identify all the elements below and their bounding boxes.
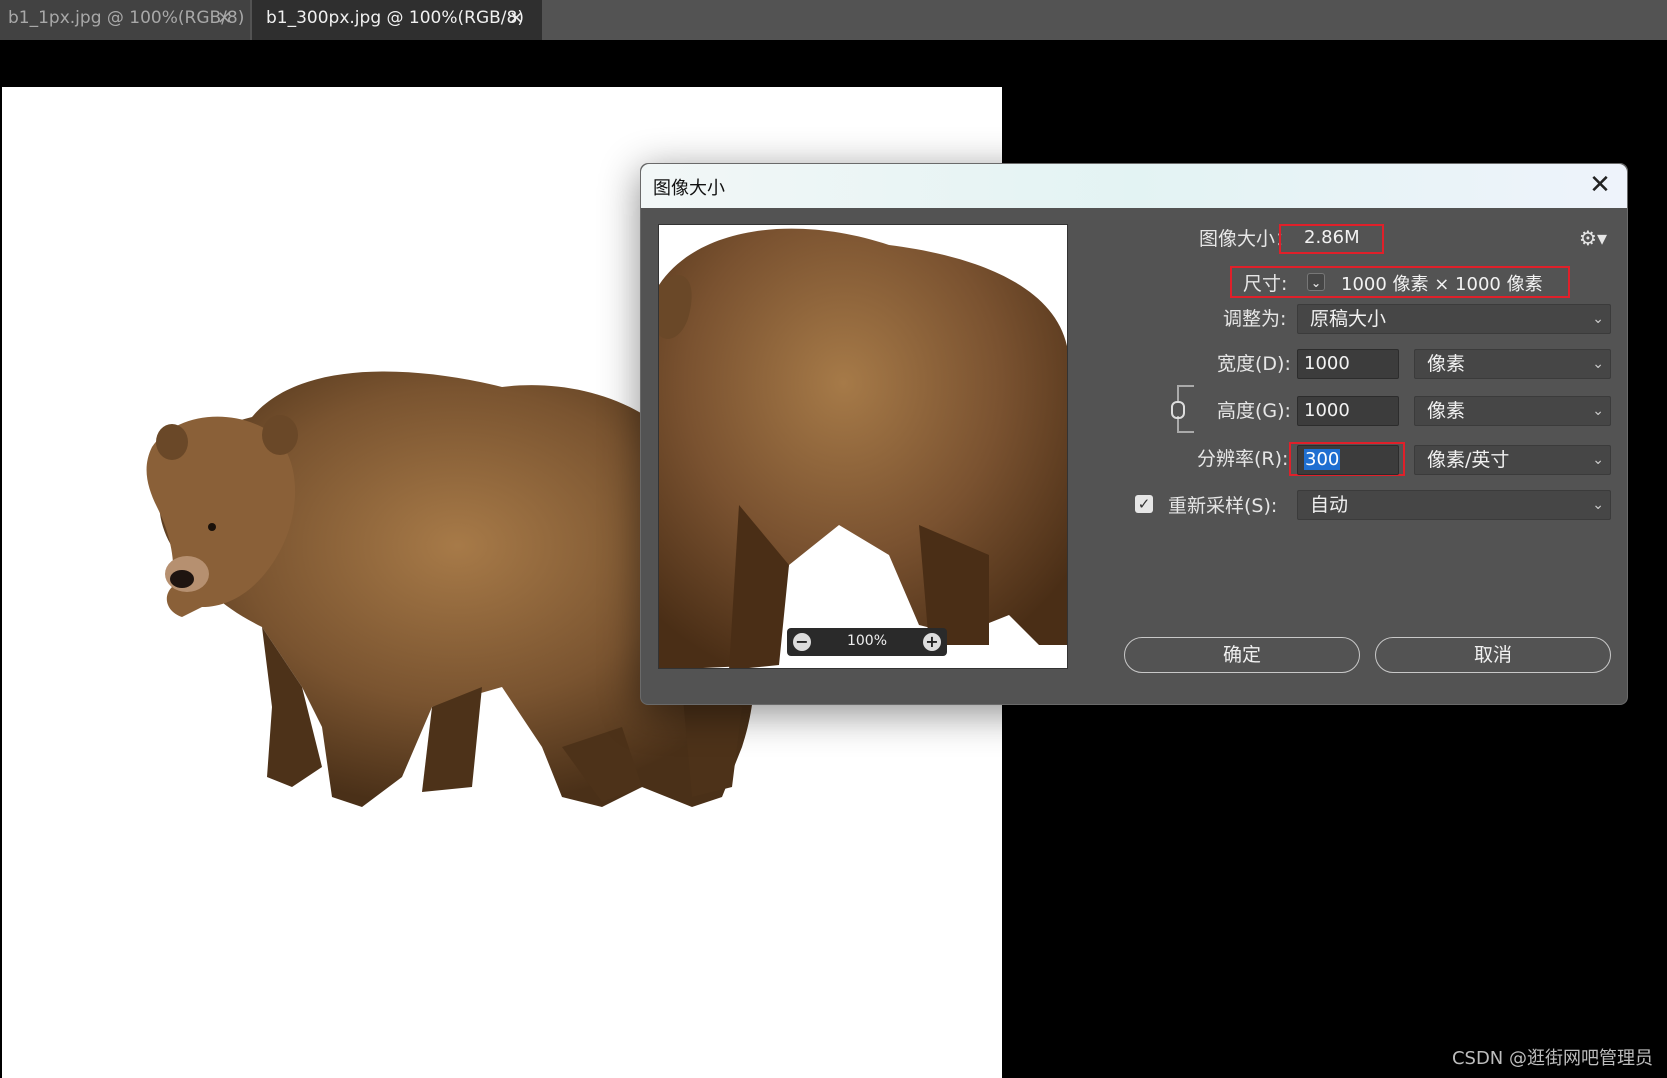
tab-close-icon[interactable]: × [509,0,524,36]
resolution-unit-value: 像素/英寸 [1427,449,1510,471]
resolution-label: 分辨率(R): [1197,448,1289,470]
link-constrain-icon[interactable] [1166,364,1196,454]
dialog-title: 图像大小 [653,178,725,199]
resample-checkbox[interactable]: ✓ [1135,495,1153,513]
resample-value: 自动 [1310,494,1349,516]
chevron-down-icon: ⌄ [1592,311,1604,327]
chevron-down-icon: ⌄ [1592,356,1604,372]
image-size-dialog: 图像大小 ✕ − 100% + ⚙▾ 图像大小： 2.86M 尺寸: ⌄ 100… [640,163,1628,705]
preview-zoom-bar: − 100% + [787,628,947,656]
tab-b1-300px[interactable]: b1_300px.jpg @ 100%(RGB/8) × [252,0,542,40]
dimensions-label: 尺寸: [1243,273,1288,295]
width-unit-value: 像素 [1427,353,1466,375]
zoom-in-icon[interactable]: + [923,633,941,651]
tab-close-icon[interactable]: × [217,0,232,36]
height-input[interactable]: 1000 [1297,396,1399,426]
chevron-down-icon: ⌄ [1592,497,1604,513]
ok-button[interactable]: 确定 [1124,637,1360,673]
watermark: CSDN @逛街网吧管理员 [1451,1048,1653,1069]
resample-label: 重新采样(S): [1168,495,1278,517]
width-label: 宽度(D): [1217,353,1291,375]
tab-label: b1_300px.jpg @ 100%(RGB/8) [266,8,524,28]
fit-to-value: 原稿大小 [1310,308,1387,330]
height-label: 高度(G): [1217,400,1291,422]
resolution-unit-select[interactable]: 像素/英寸 ⌄ [1414,445,1611,475]
resolution-value: 300 [1304,449,1341,470]
fit-to-select[interactable]: 原稿大小 ⌄ [1297,304,1611,334]
image-preview[interactable]: − 100% + [658,224,1068,669]
dimensions-value: 1000 像素 × 1000 像素 [1341,274,1543,295]
image-size-value: 2.86M [1304,227,1360,248]
resample-select[interactable]: 自动 ⌄ [1297,490,1611,520]
height-unit-value: 像素 [1427,400,1466,422]
width-unit-select[interactable]: 像素 ⌄ [1414,349,1611,379]
dialog-titlebar[interactable]: 图像大小 ✕ [641,164,1627,208]
width-input[interactable]: 1000 [1297,349,1399,379]
gear-icon[interactable]: ⚙▾ [1579,226,1607,250]
bear-preview-image [659,228,1067,668]
cancel-button[interactable]: 取消 [1375,637,1611,673]
fit-to-label: 调整为: [1223,308,1287,330]
chevron-down-icon: ⌄ [1592,452,1604,468]
height-unit-select[interactable]: 像素 ⌄ [1414,396,1611,426]
dimensions-dropdown-icon[interactable]: ⌄ [1307,273,1325,291]
document-tab-bar: b1_1px.jpg @ 100%(RGB/8) × b1_300px.jpg … [0,0,1667,40]
tab-b1-1px[interactable]: b1_1px.jpg @ 100%(RGB/8) × [0,0,250,40]
tab-label: b1_1px.jpg @ 100%(RGB/8) [8,8,245,28]
close-icon[interactable]: ✕ [1585,170,1615,200]
resolution-input[interactable]: 300 [1297,445,1399,475]
chevron-down-icon: ⌄ [1592,403,1604,419]
